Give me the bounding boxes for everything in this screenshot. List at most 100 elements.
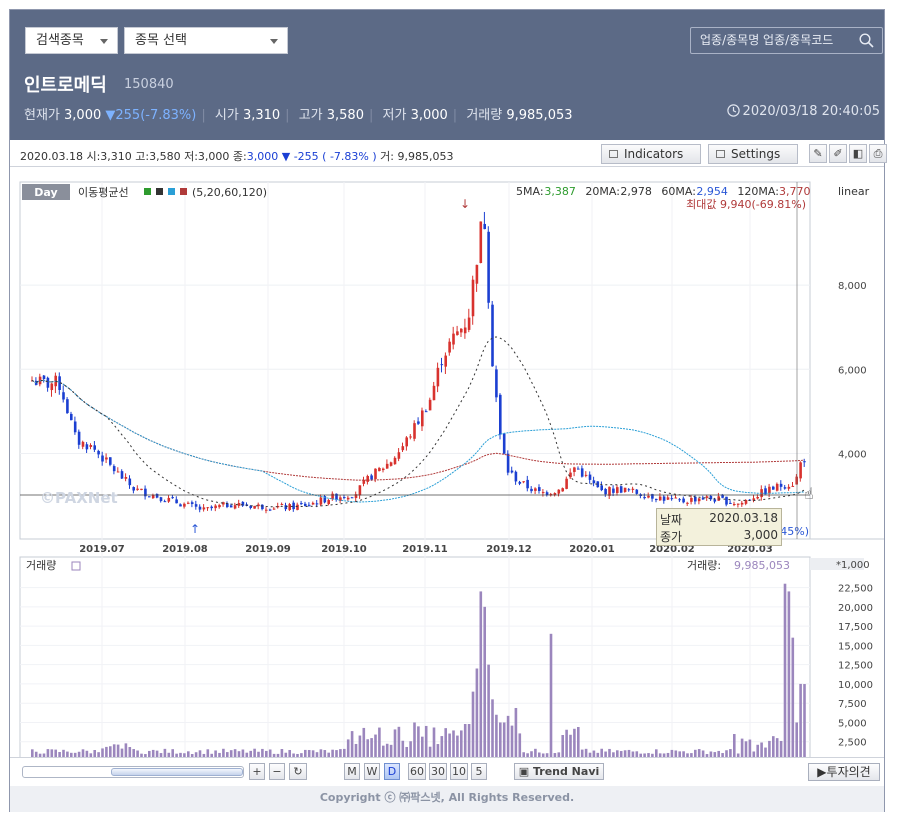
print-icon[interactable]: ⎙ — [869, 144, 887, 163]
candle-body — [658, 496, 662, 501]
candle-body — [487, 231, 490, 303]
volume-title: 거래량 — [26, 559, 56, 572]
reset-icon[interactable]: ↻ — [289, 763, 307, 780]
price-tick-label: 4,000 — [838, 449, 867, 460]
volume-bar — [471, 691, 475, 757]
tooltip-date-label: 날짜 — [660, 513, 683, 527]
candle-body — [97, 450, 100, 455]
volume-bar — [81, 749, 85, 757]
stock-search-input[interactable]: 업종/종목명 업종/종목코드 — [690, 27, 883, 54]
candle-body — [608, 487, 611, 496]
volume-bar — [764, 747, 767, 757]
ma-legend-params: (5,20,60,120) — [192, 186, 267, 199]
max-arrow-icon: ↓ — [460, 197, 470, 211]
candle-body — [300, 503, 303, 505]
search-placeholder: 업종/종목명 업종/종목코드 — [700, 33, 834, 47]
candle-body — [635, 489, 639, 494]
candle-body — [499, 394, 502, 435]
watermark: ©PAXNet — [40, 489, 118, 507]
volume-bar — [206, 749, 210, 757]
candle-body — [210, 506, 213, 509]
period-button-M[interactable]: M — [344, 763, 360, 780]
zoom-slider[interactable] — [22, 766, 244, 778]
candle-body — [655, 498, 658, 501]
volume-unit: *1,000 — [836, 560, 870, 571]
period-button-W[interactable]: W — [364, 763, 380, 780]
draw-tool-icon[interactable]: ✎ — [809, 144, 827, 163]
volume-bar — [608, 748, 611, 757]
volume-tick-label: 5,000 — [838, 718, 867, 729]
candle-body — [541, 492, 545, 494]
hand-cursor-icon: ☝ — [804, 484, 814, 503]
settings-button[interactable]: Settings — [708, 144, 798, 164]
volume-bar — [428, 746, 432, 757]
volume-bar — [323, 750, 327, 757]
candle-body — [397, 452, 401, 459]
candle-body — [73, 421, 77, 433]
trend-navi-button[interactable]: ▣ Trend Navi — [514, 763, 604, 780]
candle-body — [569, 472, 572, 478]
volume-bar — [795, 722, 798, 757]
stock-chart[interactable]: 8,000 6,000 4,000 linear 2019.07 2019.08 2019.… — [10, 167, 884, 757]
zoom-in-button[interactable]: + — [249, 763, 265, 780]
volume-bar — [374, 734, 377, 757]
volume-bar — [573, 728, 576, 757]
volume-bar — [370, 738, 373, 757]
chart-area[interactable]: 8,000 6,000 4,000 linear 2019.07 2019.08 2019.… — [10, 167, 884, 757]
period-button-30[interactable]: 30 — [429, 763, 447, 780]
volume-bar — [163, 748, 167, 757]
candle-body — [686, 502, 689, 504]
ma-swatch — [156, 188, 163, 195]
crosshair-icon[interactable]: ◧ — [849, 144, 867, 163]
ma-swatch — [168, 188, 175, 195]
search-icon[interactable] — [859, 33, 874, 48]
candle-body — [229, 505, 233, 508]
investment-opinion-button[interactable]: ▶투자의견 — [808, 763, 880, 781]
period-button-D[interactable]: D — [384, 763, 400, 780]
stock-select-dropdown[interactable]: 종목 선택 — [124, 27, 288, 54]
indicators-button[interactable]: Indicators — [601, 144, 701, 164]
zoom-out-button[interactable]: − — [269, 763, 285, 780]
candle-body — [378, 468, 381, 471]
candle-body — [725, 496, 728, 505]
candle-body — [705, 496, 709, 498]
candle-body — [261, 504, 264, 510]
volume-bar — [432, 727, 436, 757]
candle-body — [233, 505, 237, 509]
candle-body — [163, 501, 167, 503]
candle-body — [179, 504, 182, 507]
volume-tick-label: 17,500 — [838, 622, 873, 633]
volume-bar — [409, 741, 412, 757]
candle-body — [526, 479, 529, 489]
candle-body — [265, 509, 268, 511]
candle-body — [690, 497, 693, 502]
volume-bar — [448, 733, 451, 757]
tooltip-close-row: 종가 3,000 — [660, 528, 778, 545]
period-button-10[interactable]: 10 — [450, 763, 468, 780]
candle-body — [148, 496, 151, 498]
candle-body — [674, 497, 678, 499]
slider-handle[interactable] — [111, 768, 243, 776]
volume-bar — [362, 727, 366, 757]
candle-body — [783, 487, 787, 489]
volume-bar — [424, 725, 428, 757]
candle-body — [678, 499, 681, 501]
volume-bar — [584, 748, 588, 757]
ma-value: 3,770 — [779, 185, 811, 198]
volume-bar — [350, 731, 354, 757]
candle-body — [124, 476, 128, 479]
candle-body — [428, 399, 432, 411]
period-button-5[interactable]: 5 — [471, 763, 487, 780]
date-tick-label: 2019.10 — [321, 544, 367, 555]
volume-bar — [600, 748, 603, 757]
ohlc-summary-text: 2020.03.18 시:3,310 고:3,580 저:3,000 종: — [20, 150, 247, 163]
tooltip-close-label: 종가 — [660, 530, 683, 544]
period-button-60[interactable]: 60 — [408, 763, 426, 780]
search-type-dropdown[interactable]: 검색종목 — [25, 27, 118, 54]
candle-body — [510, 470, 514, 473]
volume-bar — [109, 746, 112, 757]
pencil-icon[interactable]: ✐ — [829, 144, 847, 163]
volume-bar — [101, 748, 104, 757]
candle-body — [190, 502, 194, 505]
volume-bar — [31, 749, 34, 757]
